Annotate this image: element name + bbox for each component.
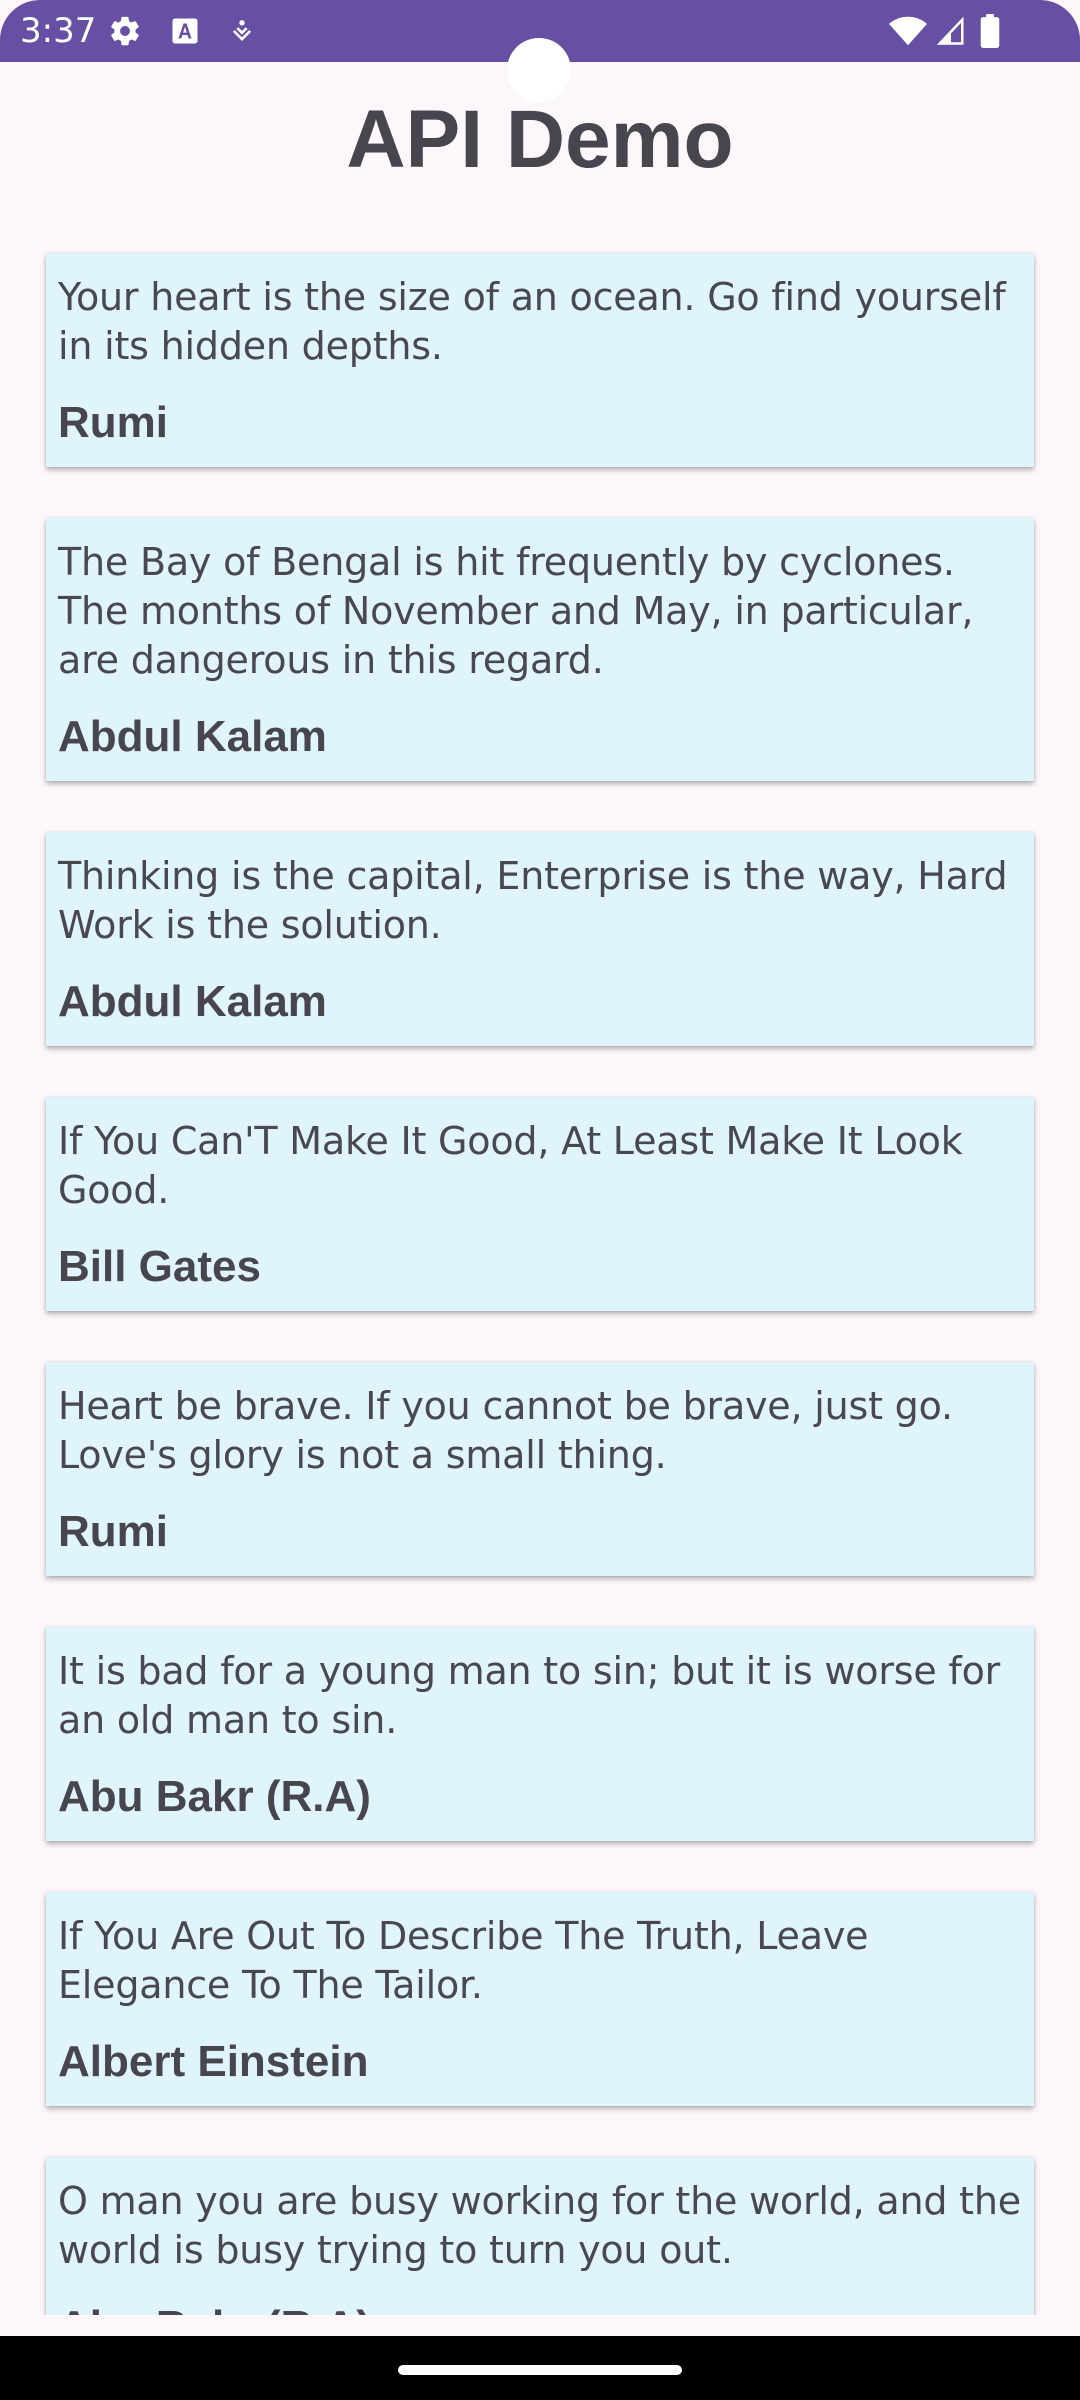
quote-text: Thinking is the capital, Enterprise is t… [58,854,1008,947]
quote-text: If You Are Out To Describe The Truth, Le… [58,1914,869,2007]
quote-text: It is bad for a young man to sin; but it… [58,1649,1001,1742]
notification-dot-icon [225,14,259,48]
battery-icon [978,14,1002,48]
font-a-icon [168,14,202,48]
quote-author: Rumi [58,398,168,447]
quote-text: If You Can'T Make It Good, At Least Make… [58,1119,963,1212]
quote-text: Heart be brave. If you cannot be brave, … [58,1384,953,1477]
quote-text: Your heart is the size of an ocean. Go f… [58,275,1006,368]
status-time: 3:37 [20,11,97,51]
page-title: API Demo [346,94,734,185]
quote-card: Thinking is the capital, Enterprise is t… [46,832,1034,1046]
quote-author: Abu Bakr (R.A) [58,2301,1022,2315]
quote-author: Abdul Kalam [58,977,327,1026]
home-gesture-handle[interactable] [398,2365,682,2375]
quote-card: If You Can'T Make It Good, At Least Make… [46,1097,1034,1311]
navigation-bar [0,2336,1080,2400]
quote-card: The Bay of Bengal is hit frequently by c… [46,518,1034,781]
quote-author: Rumi [58,1507,168,1556]
quote-card: O man you are busy working for the world… [46,2157,1034,2315]
quote-author: Albert Einstein [58,2037,369,2086]
quote-author: Abu Bakr (R.A) [58,1772,371,1821]
quote-author: Bill Gates [58,1242,261,1291]
quote-author: Abdul Kalam [58,712,327,761]
wifi-icon [888,14,928,48]
quote-list[interactable]: Your heart is the size of an ocean. Go f… [0,0,1080,2315]
camera-cutout [507,38,571,102]
quote-card: Your heart is the size of an ocean. Go f… [46,253,1034,467]
quote-card: If You Are Out To Describe The Truth, Le… [46,1892,1034,2106]
quote-text: The Bay of Bengal is hit frequently by c… [58,540,974,682]
gear-icon [108,14,142,48]
quote-card: Heart be brave. If you cannot be brave, … [46,1362,1034,1576]
quote-card: It is bad for a young man to sin; but it… [46,1627,1034,1841]
signal-icon [934,14,968,48]
quote-text: O man you are busy working for the world… [58,2179,1021,2272]
